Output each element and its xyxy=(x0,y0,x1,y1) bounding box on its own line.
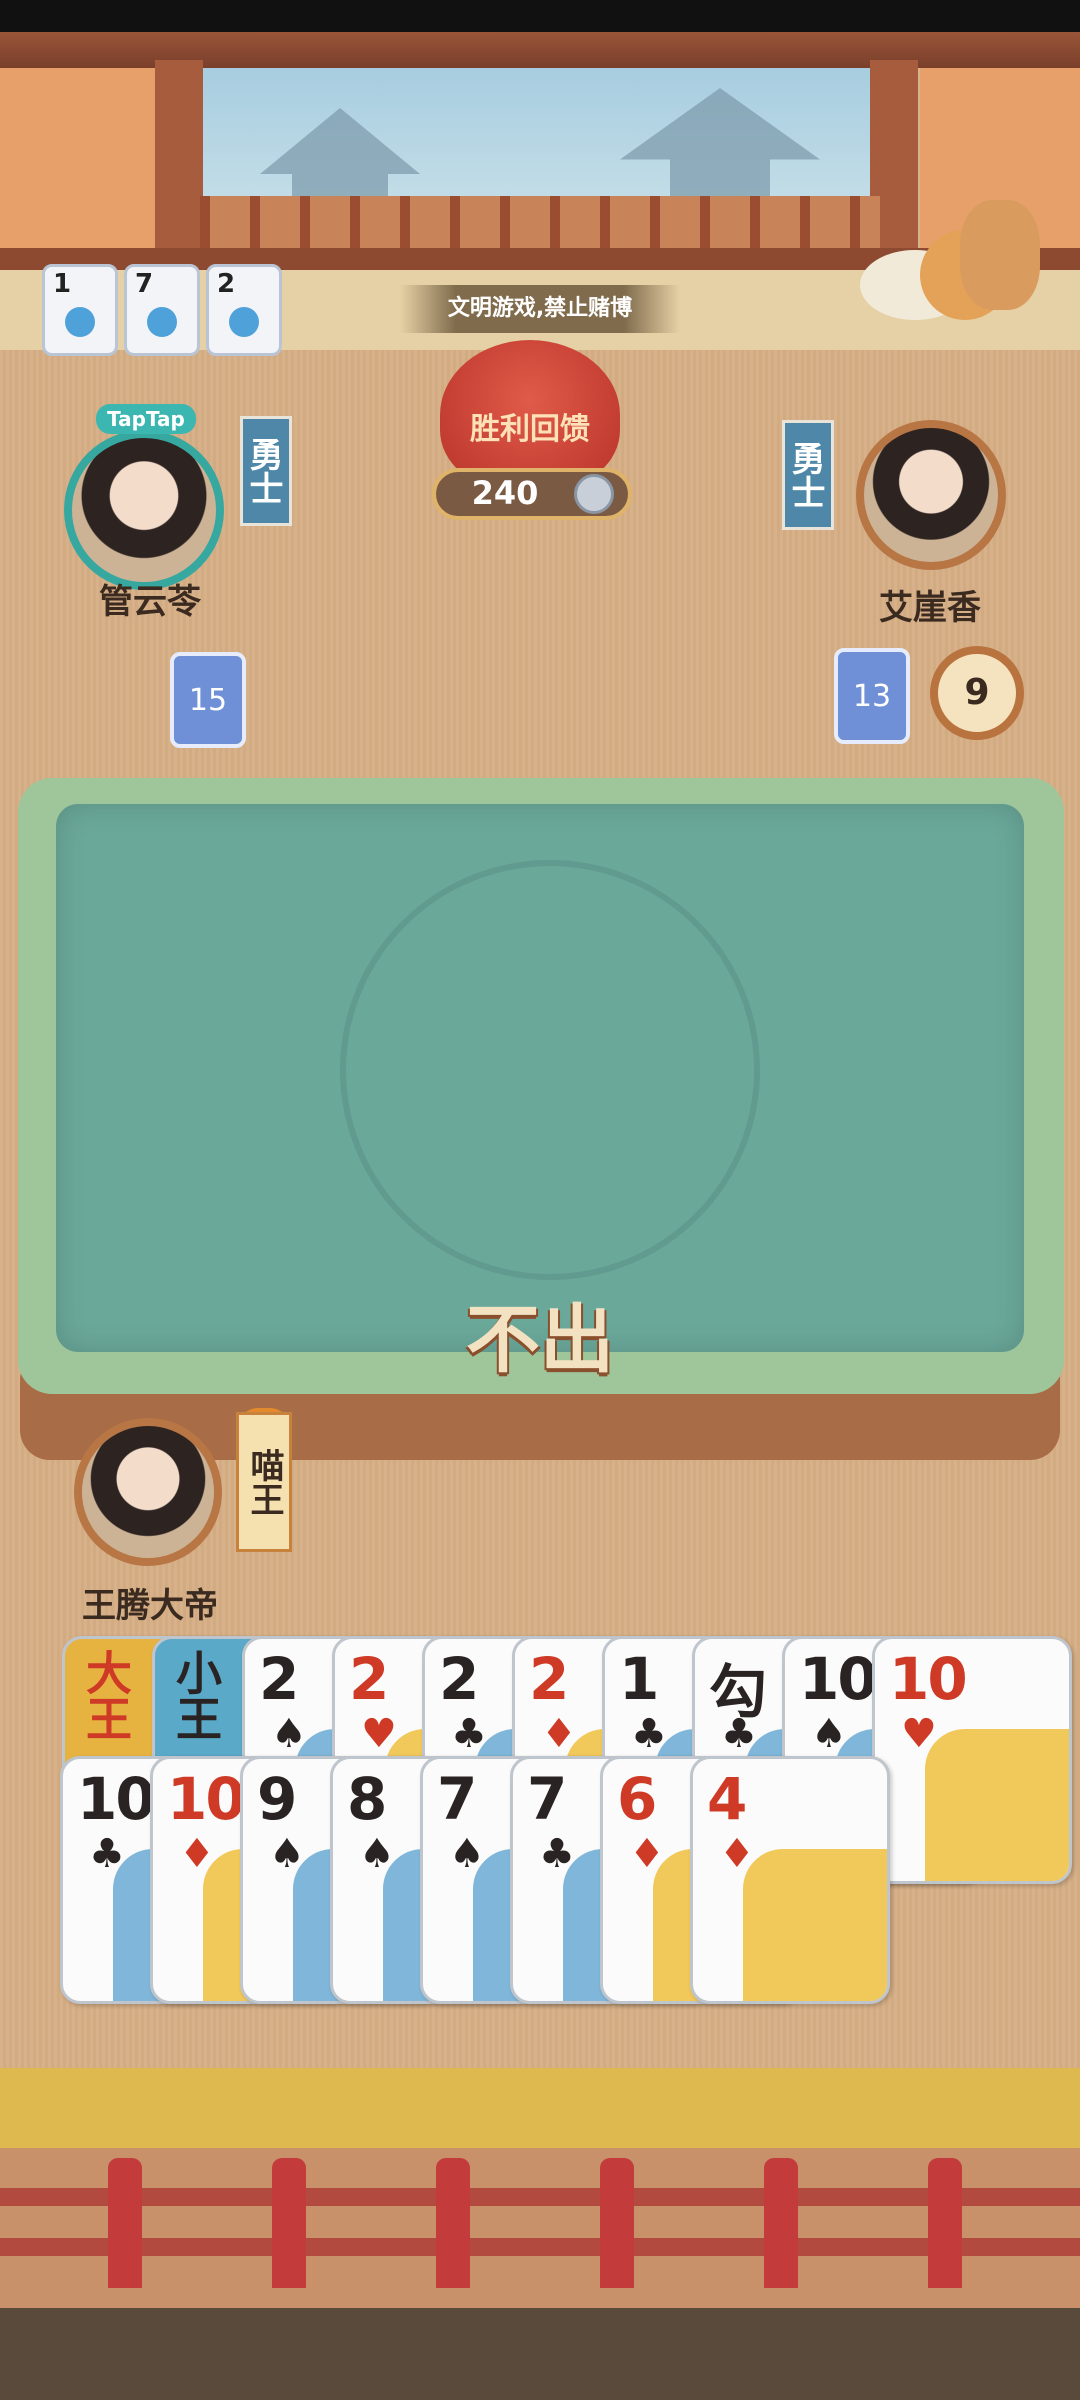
played-card-rank: 1 xyxy=(53,269,72,299)
card-rank: 2 xyxy=(529,1645,569,1713)
player-name-left: 管云苓 xyxy=(99,582,201,622)
avatar-right-player[interactable] xyxy=(856,420,1006,570)
card-rank: 10 xyxy=(889,1645,968,1713)
pillar-left xyxy=(155,60,203,260)
pass-indicator: 不出 xyxy=(466,1297,614,1383)
played-card-1: 1 xyxy=(42,264,118,356)
reward-title: 胜利回馈 xyxy=(470,412,590,447)
notice-banner: 文明游戏,禁止赌博 xyxy=(400,285,680,333)
played-card-rank: 2 xyxy=(217,269,236,299)
card-rank: 10 xyxy=(799,1645,878,1713)
status-bar xyxy=(0,0,1080,32)
club-icon xyxy=(229,307,259,337)
rank-tag-self: 喵王 xyxy=(236,1412,292,1552)
avatar-self[interactable] xyxy=(74,1418,222,1566)
card-art xyxy=(743,1849,887,2001)
cards-left-count-right: 13 xyxy=(834,648,910,744)
card-rank: 4 xyxy=(707,1765,747,1833)
card-rank: 7 xyxy=(527,1765,567,1833)
garden-plants xyxy=(0,2308,1080,2400)
table-emblem xyxy=(340,860,760,1280)
card-rank: 6 xyxy=(617,1765,657,1833)
player-name-self: 王腾大帝 xyxy=(82,1586,218,1626)
coin-icon xyxy=(574,474,614,514)
card-rank: 1 xyxy=(619,1645,659,1713)
rank-tag-right: 勇士 xyxy=(782,420,834,530)
avatar-left-player[interactable] xyxy=(64,430,224,590)
card-rank: 大王 xyxy=(79,1649,133,1741)
spade-icon xyxy=(147,307,177,337)
hand-card[interactable]: 4 ♦ xyxy=(690,1756,890,2004)
fence xyxy=(0,2148,1080,2308)
rank-tag-left: 勇士 xyxy=(240,416,292,526)
card-rank: 7 xyxy=(437,1765,477,1833)
card-rank: 9 xyxy=(257,1765,297,1833)
card-rank: 小王 xyxy=(169,1649,223,1741)
played-card-3: 2 xyxy=(206,264,282,356)
card-rank: 2 xyxy=(259,1645,299,1713)
turn-timer-clock-icon: 9 xyxy=(930,646,1024,740)
wall-left xyxy=(0,68,160,268)
played-card-2: 7 xyxy=(124,264,200,356)
card-rank: 2 xyxy=(439,1645,479,1713)
club-icon xyxy=(65,307,95,337)
card-rank: 2 xyxy=(349,1645,389,1713)
reward-value: 240 xyxy=(471,474,539,512)
card-rank: 10 xyxy=(77,1765,156,1833)
balcony-railing xyxy=(200,196,880,248)
card-rank: 8 xyxy=(347,1765,387,1833)
player-name-right: 艾崖香 xyxy=(879,588,981,628)
played-card-rank: 7 xyxy=(135,269,154,299)
card-rank: 10 xyxy=(167,1765,246,1833)
cards-left-count-left: 15 xyxy=(170,652,246,748)
taptap-badge: TapTap xyxy=(96,404,196,434)
card-art xyxy=(925,1729,1069,1881)
ground-strip xyxy=(0,2068,1080,2148)
hand-card[interactable]: 10 ♥ xyxy=(872,1636,1072,1884)
cats-decoration xyxy=(860,200,1050,330)
